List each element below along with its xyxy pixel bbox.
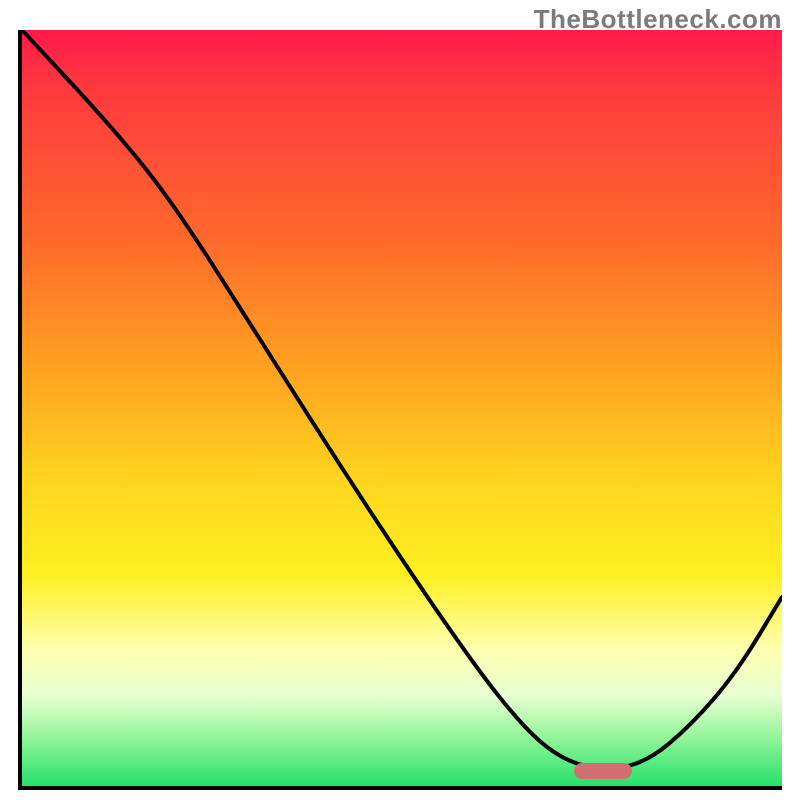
chart-stage: TheBottleneck.com xyxy=(0,0,800,800)
bottleneck-curve xyxy=(22,30,782,786)
optimal-marker xyxy=(574,763,632,779)
watermark-text: TheBottleneck.com xyxy=(534,4,782,35)
plot-area xyxy=(18,30,782,790)
